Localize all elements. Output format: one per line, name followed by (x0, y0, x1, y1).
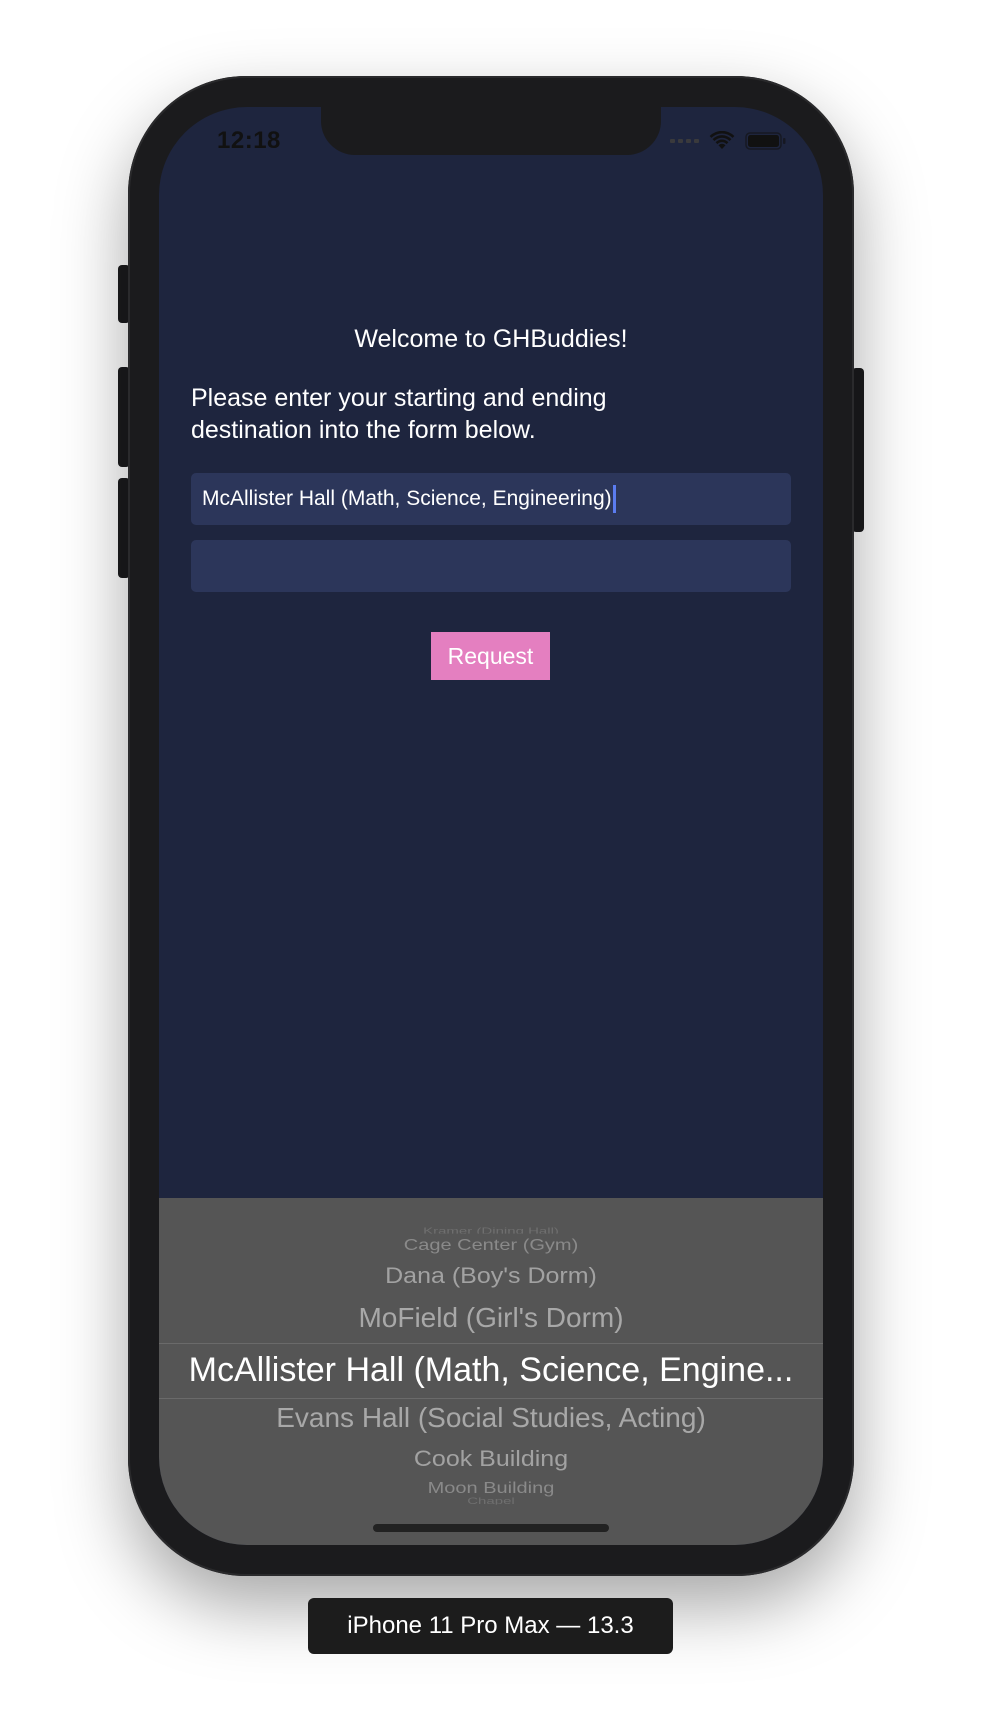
picker-item[interactable]: Evans Hall (Social Studies, Acting) (159, 1402, 823, 1434)
home-indicator[interactable] (373, 1524, 609, 1532)
text-cursor (612, 485, 616, 513)
location-picker[interactable]: Kramer (Dining Hall) Cage Center (Gym) D… (159, 1198, 823, 1545)
signal-icon (670, 139, 699, 143)
simulator-stage: 12:18 Welcome to GHBuddies! Please enter… (0, 0, 986, 1734)
battery-icon (745, 132, 786, 150)
status-icons (670, 131, 787, 151)
picker-item[interactable]: Kramer (Dining Hall) (159, 1226, 823, 1233)
notch (321, 107, 661, 155)
picker-item[interactable]: Chapel (159, 1497, 823, 1504)
start-location-field[interactable]: McAllister Hall (Math, Science, Engineer… (191, 473, 791, 525)
status-time: 12:18 (217, 127, 281, 154)
picker-item[interactable]: MoField (Girl's Dorm) (159, 1302, 823, 1334)
picker-item[interactable]: Moon Building (159, 1479, 823, 1497)
wifi-icon (709, 131, 735, 149)
device-label: iPhone 11 Pro Max — 13.3 (308, 1598, 673, 1654)
picker-item-selected[interactable]: McAllister Hall (Math, Science, Engine..… (159, 1350, 823, 1390)
request-button[interactable]: Request (431, 632, 550, 680)
end-location-field[interactable] (191, 540, 791, 592)
picker-item[interactable]: Cook Building (159, 1446, 823, 1471)
instructions-text: Please enter your starting and ending de… (191, 384, 607, 444)
start-location-value: McAllister Hall (Math, Science, Engineer… (202, 487, 612, 510)
picker-item[interactable]: Dana (Boy's Dorm) (159, 1263, 823, 1288)
app-screen: 12:18 Welcome to GHBuddies! Please enter… (159, 107, 823, 1545)
picker-item[interactable]: Cage Center (Gym) (159, 1236, 823, 1254)
welcome-title: Welcome to GHBuddies! (354, 325, 628, 353)
